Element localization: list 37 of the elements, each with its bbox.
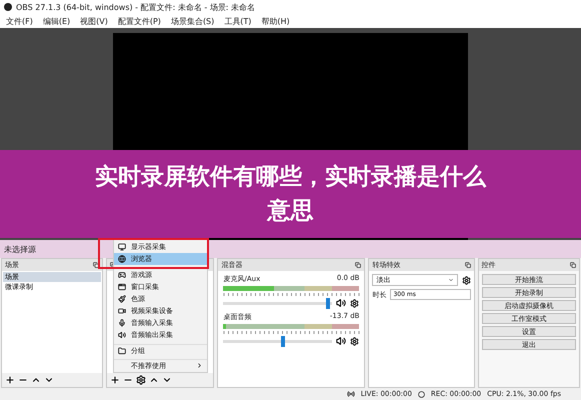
menu-item[interactable]: 视图(V) [80,16,108,26]
float-icon[interactable] [464,262,471,268]
menu-item[interactable]: 帮助(H) [261,16,290,26]
settings-icon[interactable] [350,336,360,346]
menu-item[interactable]: 场景集合(S) [170,16,214,26]
slider-thumb[interactable] [280,336,285,346]
banner-title: 实时录屏软件有哪些，实时录播是什么意思 [94,163,488,226]
speaker-icon[interactable] [336,298,346,308]
monitor-icon [118,243,126,251]
settings-icon[interactable] [136,375,146,385]
microphone-icon [118,319,126,327]
window-title: OBS 27.1.3 (64-bit, windows) - 配置文件: 未命名 - 场景: 未命名 [16,2,256,12]
menu-item[interactable]: 工具(T) [224,16,252,26]
window-icon [118,283,126,291]
app-logo-icon [4,3,12,11]
speaker-icon[interactable] [336,336,346,346]
add-icon[interactable] [110,375,120,385]
folder-icon [118,346,126,354]
add-icon[interactable] [5,375,15,385]
source-status-label: 未选择源 [4,244,36,254]
record-icon [418,390,425,398]
float-icon[interactable] [570,262,576,268]
menu-item[interactable]: 文件(F) [6,16,33,26]
caret-icon [448,277,454,283]
broadcast-icon [346,390,355,398]
float-icon[interactable] [93,262,100,268]
menu-item[interactable]: 编辑(E) [42,16,70,26]
gamepad-icon [118,271,126,279]
brush-icon [118,295,126,303]
settings-icon[interactable] [350,298,360,308]
speaker-icon [118,331,126,339]
globe-icon [118,255,126,263]
camera-icon [118,307,126,315]
float-icon[interactable] [355,262,362,268]
menu-item[interactable]: 配置文件(P) [118,16,161,26]
settings-icon[interactable] [462,276,471,284]
slider-thumb[interactable] [326,298,330,308]
